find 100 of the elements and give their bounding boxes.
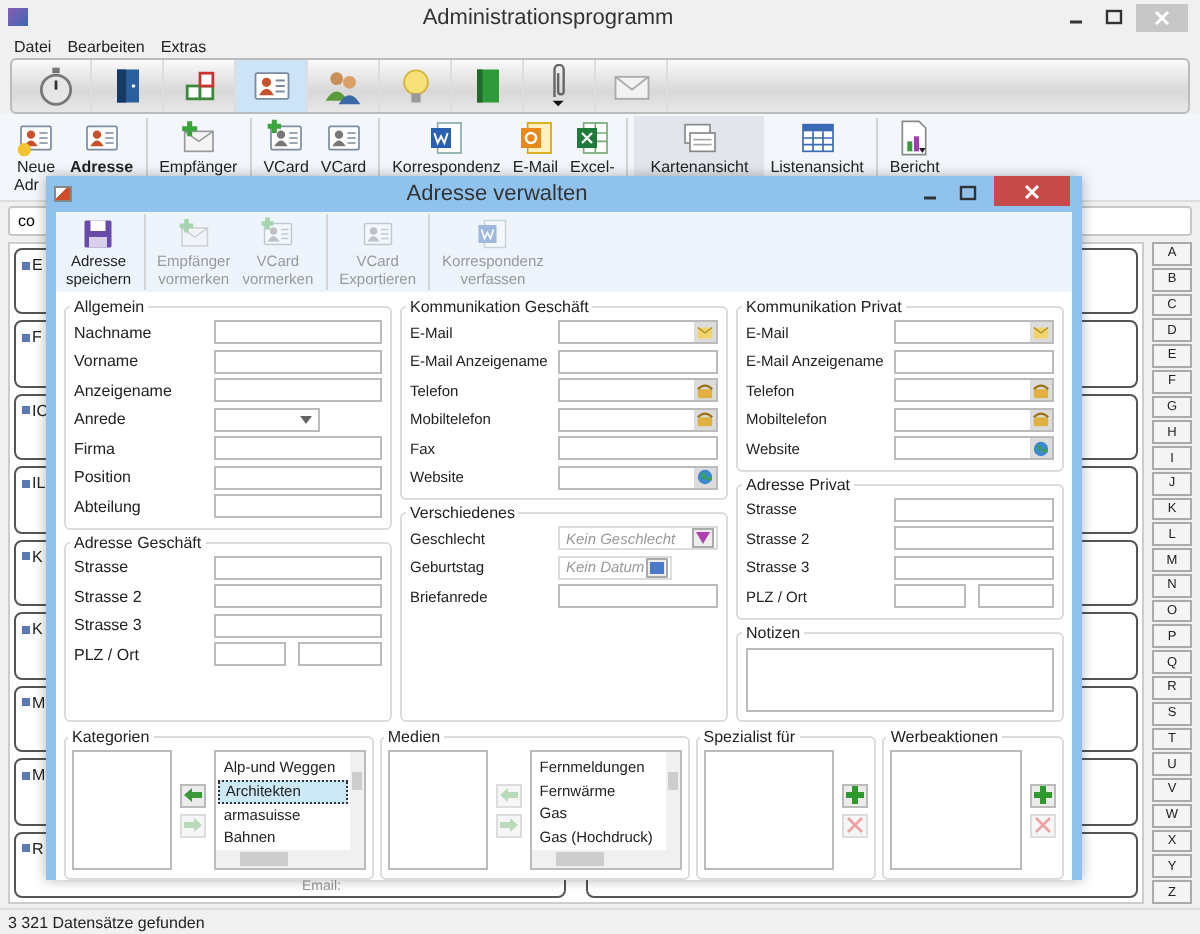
envelope-icon[interactable] bbox=[1030, 322, 1052, 343]
list-box[interactable] bbox=[703, 750, 835, 870]
field-label: Firma bbox=[74, 439, 117, 458]
globe-icon[interactable] bbox=[1030, 438, 1052, 459]
input-field[interactable] bbox=[894, 320, 1054, 345]
add-button[interactable] bbox=[842, 783, 869, 807]
contact-icon bbox=[22, 552, 30, 561]
menu-item[interactable]: Bearbeiten bbox=[67, 37, 145, 55]
card-name: M bbox=[32, 766, 46, 785]
field-label: Vorname bbox=[74, 352, 141, 371]
contact-icon bbox=[22, 625, 30, 634]
calendar-icon bbox=[650, 561, 664, 574]
group-title: Kommunikation Privat bbox=[744, 298, 904, 316]
input-field[interactable] bbox=[558, 349, 718, 374]
field-label: Position bbox=[74, 468, 133, 487]
input-field[interactable] bbox=[214, 555, 382, 580]
save-icon bbox=[80, 216, 117, 252]
paperclip-icon bbox=[549, 64, 569, 108]
input-field[interactable] bbox=[214, 320, 382, 345]
word-document-icon bbox=[474, 216, 511, 252]
phone-icon[interactable] bbox=[694, 380, 716, 401]
field-label: Strasse bbox=[74, 558, 131, 577]
input-field[interactable] bbox=[894, 526, 1054, 551]
add-button[interactable] bbox=[1030, 783, 1056, 807]
contact-icon bbox=[22, 261, 30, 269]
input-field[interactable] bbox=[558, 407, 718, 432]
input-field[interactable] bbox=[894, 407, 1054, 432]
field-label: PLZ / Ort bbox=[74, 645, 141, 664]
contact-icon bbox=[22, 698, 30, 707]
group-title: Notizen bbox=[744, 623, 803, 641]
cards-icon bbox=[679, 118, 720, 158]
add-mail-icon bbox=[175, 216, 212, 252]
input-field[interactable] bbox=[558, 465, 718, 490]
field-label: Strasse 2 bbox=[74, 587, 144, 606]
status-text: 3 321 Datensätze gefunden bbox=[8, 913, 205, 931]
contact-icon bbox=[22, 844, 30, 852]
dropdown[interactable] bbox=[214, 407, 320, 432]
card-name: F bbox=[32, 328, 42, 347]
card-name: R bbox=[32, 839, 44, 857]
input-field[interactable] bbox=[894, 555, 1054, 580]
card-name: IL bbox=[32, 474, 46, 493]
notes-field[interactable] bbox=[746, 647, 1054, 711]
scrollbar[interactable] bbox=[665, 752, 680, 850]
input-field[interactable] bbox=[214, 494, 382, 519]
input-field[interactable] bbox=[978, 584, 1054, 609]
close-button[interactable] bbox=[994, 176, 1070, 206]
phone-icon[interactable] bbox=[1030, 380, 1052, 401]
group-title: Adresse Geschäft bbox=[72, 533, 204, 551]
scrollbar[interactable] bbox=[215, 850, 364, 868]
group-title: Medien bbox=[385, 728, 443, 746]
input-field[interactable] bbox=[894, 436, 1054, 461]
dialog-title: Adresse verwalten bbox=[404, 182, 590, 206]
field-label: Anzeigename bbox=[74, 381, 174, 400]
menu-item[interactable]: Datei bbox=[14, 37, 52, 55]
scrollbar[interactable] bbox=[531, 850, 680, 868]
input-field[interactable] bbox=[558, 320, 718, 345]
field-label: Abteilung bbox=[74, 497, 143, 516]
list-box[interactable] bbox=[387, 750, 488, 870]
globe-icon[interactable] bbox=[694, 467, 716, 488]
close-icon bbox=[1152, 7, 1172, 27]
input-field[interactable] bbox=[894, 349, 1054, 374]
app-icon bbox=[8, 8, 28, 26]
input-field[interactable] bbox=[214, 378, 382, 403]
contact-icon bbox=[22, 333, 30, 342]
group-title: Allgemein bbox=[72, 298, 147, 316]
contact-icon bbox=[22, 479, 30, 488]
phone-icon[interactable] bbox=[694, 409, 716, 430]
ribbon-button[interactable]: Kartenansicht bbox=[634, 116, 765, 178]
group-title: Werbeaktionen bbox=[888, 728, 1001, 746]
group-title: Kategorien bbox=[70, 728, 152, 746]
menu-item[interactable]: Extras bbox=[160, 37, 207, 55]
group-title: Spezialist für bbox=[701, 728, 798, 746]
card-name: E bbox=[32, 256, 43, 274]
input-field[interactable] bbox=[894, 378, 1054, 403]
input-field[interactable] bbox=[214, 613, 382, 638]
input-field[interactable] bbox=[558, 378, 718, 403]
card-name: K bbox=[32, 547, 43, 566]
field-label: Anrede bbox=[74, 410, 128, 429]
input-field[interactable] bbox=[214, 584, 382, 609]
input-field[interactable] bbox=[214, 436, 382, 461]
input-field[interactable] bbox=[214, 349, 382, 374]
input-field[interactable] bbox=[894, 584, 966, 609]
field-label: Strasse 3 bbox=[74, 616, 144, 635]
input-field[interactable] bbox=[558, 436, 718, 461]
phone-icon[interactable] bbox=[1030, 409, 1052, 430]
list-box[interactable] bbox=[72, 750, 172, 870]
input-field[interactable] bbox=[894, 497, 1054, 522]
group-title: Kommunikation Geschäft bbox=[408, 298, 591, 316]
list-box[interactable] bbox=[890, 750, 1022, 870]
input-field[interactable] bbox=[558, 584, 718, 609]
scrollbar[interactable] bbox=[349, 752, 364, 850]
input-field[interactable] bbox=[214, 642, 286, 667]
card-name: M bbox=[32, 693, 46, 712]
input-field[interactable] bbox=[298, 642, 382, 667]
field-label: Nachname bbox=[74, 323, 154, 342]
move-left-button[interactable] bbox=[179, 783, 206, 807]
caret-icon bbox=[300, 415, 312, 424]
envelope-icon[interactable] bbox=[694, 322, 716, 343]
group-title: Verschiedenes bbox=[408, 504, 517, 522]
input-field[interactable] bbox=[214, 465, 382, 490]
